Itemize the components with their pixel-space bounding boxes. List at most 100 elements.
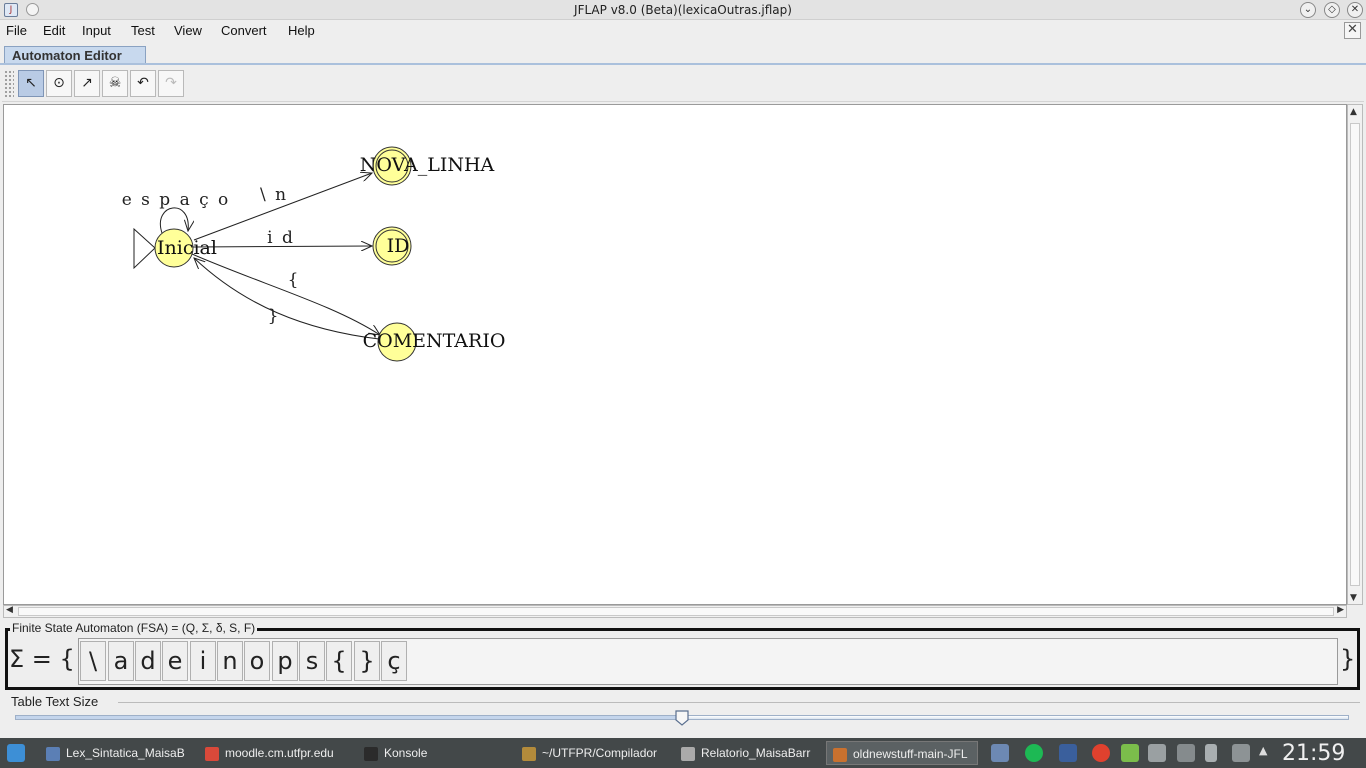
fsa-panel-title: Finite State Automaton (FSA) = (Q, Σ, δ,… — [10, 621, 258, 635]
taskbar-item-label: Konsole — [384, 746, 428, 760]
volume-icon[interactable] — [1148, 744, 1166, 762]
transition-edge[interactable] — [191, 253, 380, 335]
deleter-tool[interactable]: ☠ — [102, 70, 128, 97]
clock: 21:59 — [1282, 741, 1346, 766]
alphabet-symbol: ç — [381, 641, 407, 681]
chrome-icon — [205, 746, 219, 761]
tab-automaton-editor[interactable]: Automaton Editor — [4, 46, 146, 64]
editor-icon — [522, 746, 536, 761]
close-tab-button[interactable]: ✕ — [1344, 22, 1361, 39]
terminal-icon — [364, 746, 378, 761]
alphabet-symbol: \ — [80, 641, 106, 681]
transition-creator-tool[interactable]: ↗ — [74, 70, 100, 97]
scroll-down-icon[interactable]: ▼ — [1350, 593, 1357, 603]
taskbar-item[interactable]: moodle.cm.utfpr.edu — [199, 741, 349, 765]
spotify-icon[interactable] — [1025, 744, 1043, 762]
scroll-up-icon[interactable]: ▲ — [1350, 107, 1357, 117]
alphabet-symbol: p — [272, 641, 298, 681]
chrome-tray-icon[interactable] — [1092, 744, 1110, 762]
state-label[interactable]: NOVA_LINHA — [360, 154, 495, 176]
sigma-prefix: Σ = { — [9, 645, 75, 673]
automaton-diagram[interactable]: e s p a ç o \ n i d {} Inicial NOVA_LINHA ID CO… — [4, 105, 1348, 606]
automaton-canvas[interactable]: e s p a ç o \ n i d {} Inicial NOVA_LINHA ID CO… — [3, 104, 1347, 605]
table-text-size-label: Table Text Size — [11, 694, 99, 709]
pointer-arrow-icon: ↖ — [25, 75, 37, 91]
wifi-icon[interactable] — [1232, 744, 1250, 762]
toolbar-grip-icon[interactable] — [4, 70, 14, 98]
state-label[interactable]: Inicial — [157, 237, 217, 259]
battery-icon[interactable] — [1205, 744, 1217, 762]
toolbar: ↖ ⊙ ↗ ☠ ↶ ↷ — [2, 66, 1364, 102]
alphabet-symbol: } — [354, 641, 380, 681]
transition-label[interactable]: { — [288, 270, 301, 290]
transition-label[interactable]: } — [268, 306, 281, 326]
menu-test[interactable]: Test — [131, 23, 155, 38]
menu-view[interactable]: View — [174, 23, 202, 38]
slider-thumb[interactable] — [674, 710, 690, 726]
minimize-button[interactable]: ⌄ — [1300, 2, 1316, 18]
transition-arrow-icon: ↗ — [81, 75, 93, 91]
transition-label[interactable]: e s p a ç o — [122, 190, 231, 210]
title-bar: J JFLAP v8.0 (Beta)(lexicaOutras.jflap) … — [0, 0, 1366, 20]
undo-tool[interactable]: ↶ — [130, 70, 156, 97]
horizontal-scroll-thumb[interactable] — [18, 607, 1334, 616]
taskbar-item[interactable]: Lex_Sintatica_MaisaB — [40, 741, 190, 765]
skull-icon: ☠ — [108, 75, 122, 91]
java-icon — [833, 747, 847, 762]
alphabet-symbol: i — [190, 641, 216, 681]
alphabet-symbol: e — [162, 641, 188, 681]
app-launcher-icon[interactable] — [7, 744, 25, 762]
menu-help[interactable]: Help — [288, 23, 315, 38]
state-circle-icon: ⊙ — [53, 75, 65, 91]
transition-label[interactable]: \ n — [260, 185, 288, 205]
alphabet-symbol: o — [244, 641, 270, 681]
bluetooth-icon[interactable] — [1177, 744, 1195, 762]
menu-edit[interactable]: Edit — [43, 23, 65, 38]
alphabet-symbol: d — [135, 641, 161, 681]
state-label[interactable]: COMENTARIO — [363, 330, 506, 352]
redo-icon: ↷ — [165, 75, 177, 91]
clipboard-icon[interactable] — [991, 744, 1009, 762]
display-icon[interactable] — [1059, 744, 1077, 762]
window-title: JFLAP v8.0 (Beta)(lexicaOutras.jflap) — [574, 3, 792, 17]
attribute-editor-tool[interactable]: ↖ — [18, 70, 44, 97]
close-button[interactable]: ✕ — [1347, 2, 1363, 18]
alphabet-symbol: { — [326, 641, 352, 681]
redo-tool[interactable]: ↷ — [158, 70, 184, 97]
taskbar-item[interactable]: Relatorio_MaisaBarr — [675, 741, 815, 765]
document-icon — [46, 746, 60, 761]
taskbar-item[interactable]: Konsole — [358, 741, 508, 765]
tray-expand-icon[interactable]: ▲ — [1259, 744, 1277, 762]
taskbar-item-label: Relatorio_MaisaBarr — [701, 746, 811, 760]
vertical-scroll-thumb[interactable] — [1350, 123, 1360, 586]
menu-convert[interactable]: Convert — [221, 23, 267, 38]
scroll-right-icon[interactable]: ▶ — [1337, 605, 1344, 615]
state-label[interactable]: ID — [387, 235, 410, 257]
sigma-suffix: } — [1340, 645, 1356, 673]
transition-edge[interactable] — [194, 258, 380, 340]
vertical-scrollbar[interactable]: ▲ ▼ — [1347, 104, 1363, 605]
menu-file[interactable]: File — [6, 23, 27, 38]
menu-bar: File Edit Input Test View Convert Help ✕ — [0, 20, 1366, 42]
state-creator-tool[interactable]: ⊙ — [46, 70, 72, 97]
alphabet-symbol: n — [217, 641, 243, 681]
restore-button[interactable]: ◇ — [1324, 2, 1340, 18]
taskbar-item-label: moodle.cm.utfpr.edu — [225, 746, 334, 760]
alphabet-symbol: s — [299, 641, 325, 681]
taskbar-item[interactable]: ~/UTFPR/Compilador — [516, 741, 666, 765]
menu-input[interactable]: Input — [82, 23, 111, 38]
taskbar-item-label: oldnewstuff-main-JFL — [853, 747, 968, 761]
transition-label[interactable]: i d — [267, 228, 295, 248]
viewer-icon — [681, 746, 695, 761]
taskbar-item[interactable]: oldnewstuff-main-JFL — [826, 741, 978, 765]
table-text-size-divider — [118, 702, 1360, 703]
update-shield-icon[interactable] — [1121, 744, 1139, 762]
taskbar-item-label: Lex_Sintatica_MaisaB — [66, 746, 185, 760]
initial-state-marker — [133, 227, 156, 270]
undo-icon: ↶ — [137, 75, 149, 91]
alphabet-symbol: a — [108, 641, 134, 681]
scroll-left-icon[interactable]: ◀ — [6, 605, 13, 615]
horizontal-scrollbar[interactable]: ◀ ▶ — [3, 605, 1347, 618]
taskbar: Lex_Sintatica_MaisaB moodle.cm.utfpr.edu K… — [0, 738, 1366, 768]
taskbar-item-label: ~/UTFPR/Compilador — [542, 746, 658, 760]
